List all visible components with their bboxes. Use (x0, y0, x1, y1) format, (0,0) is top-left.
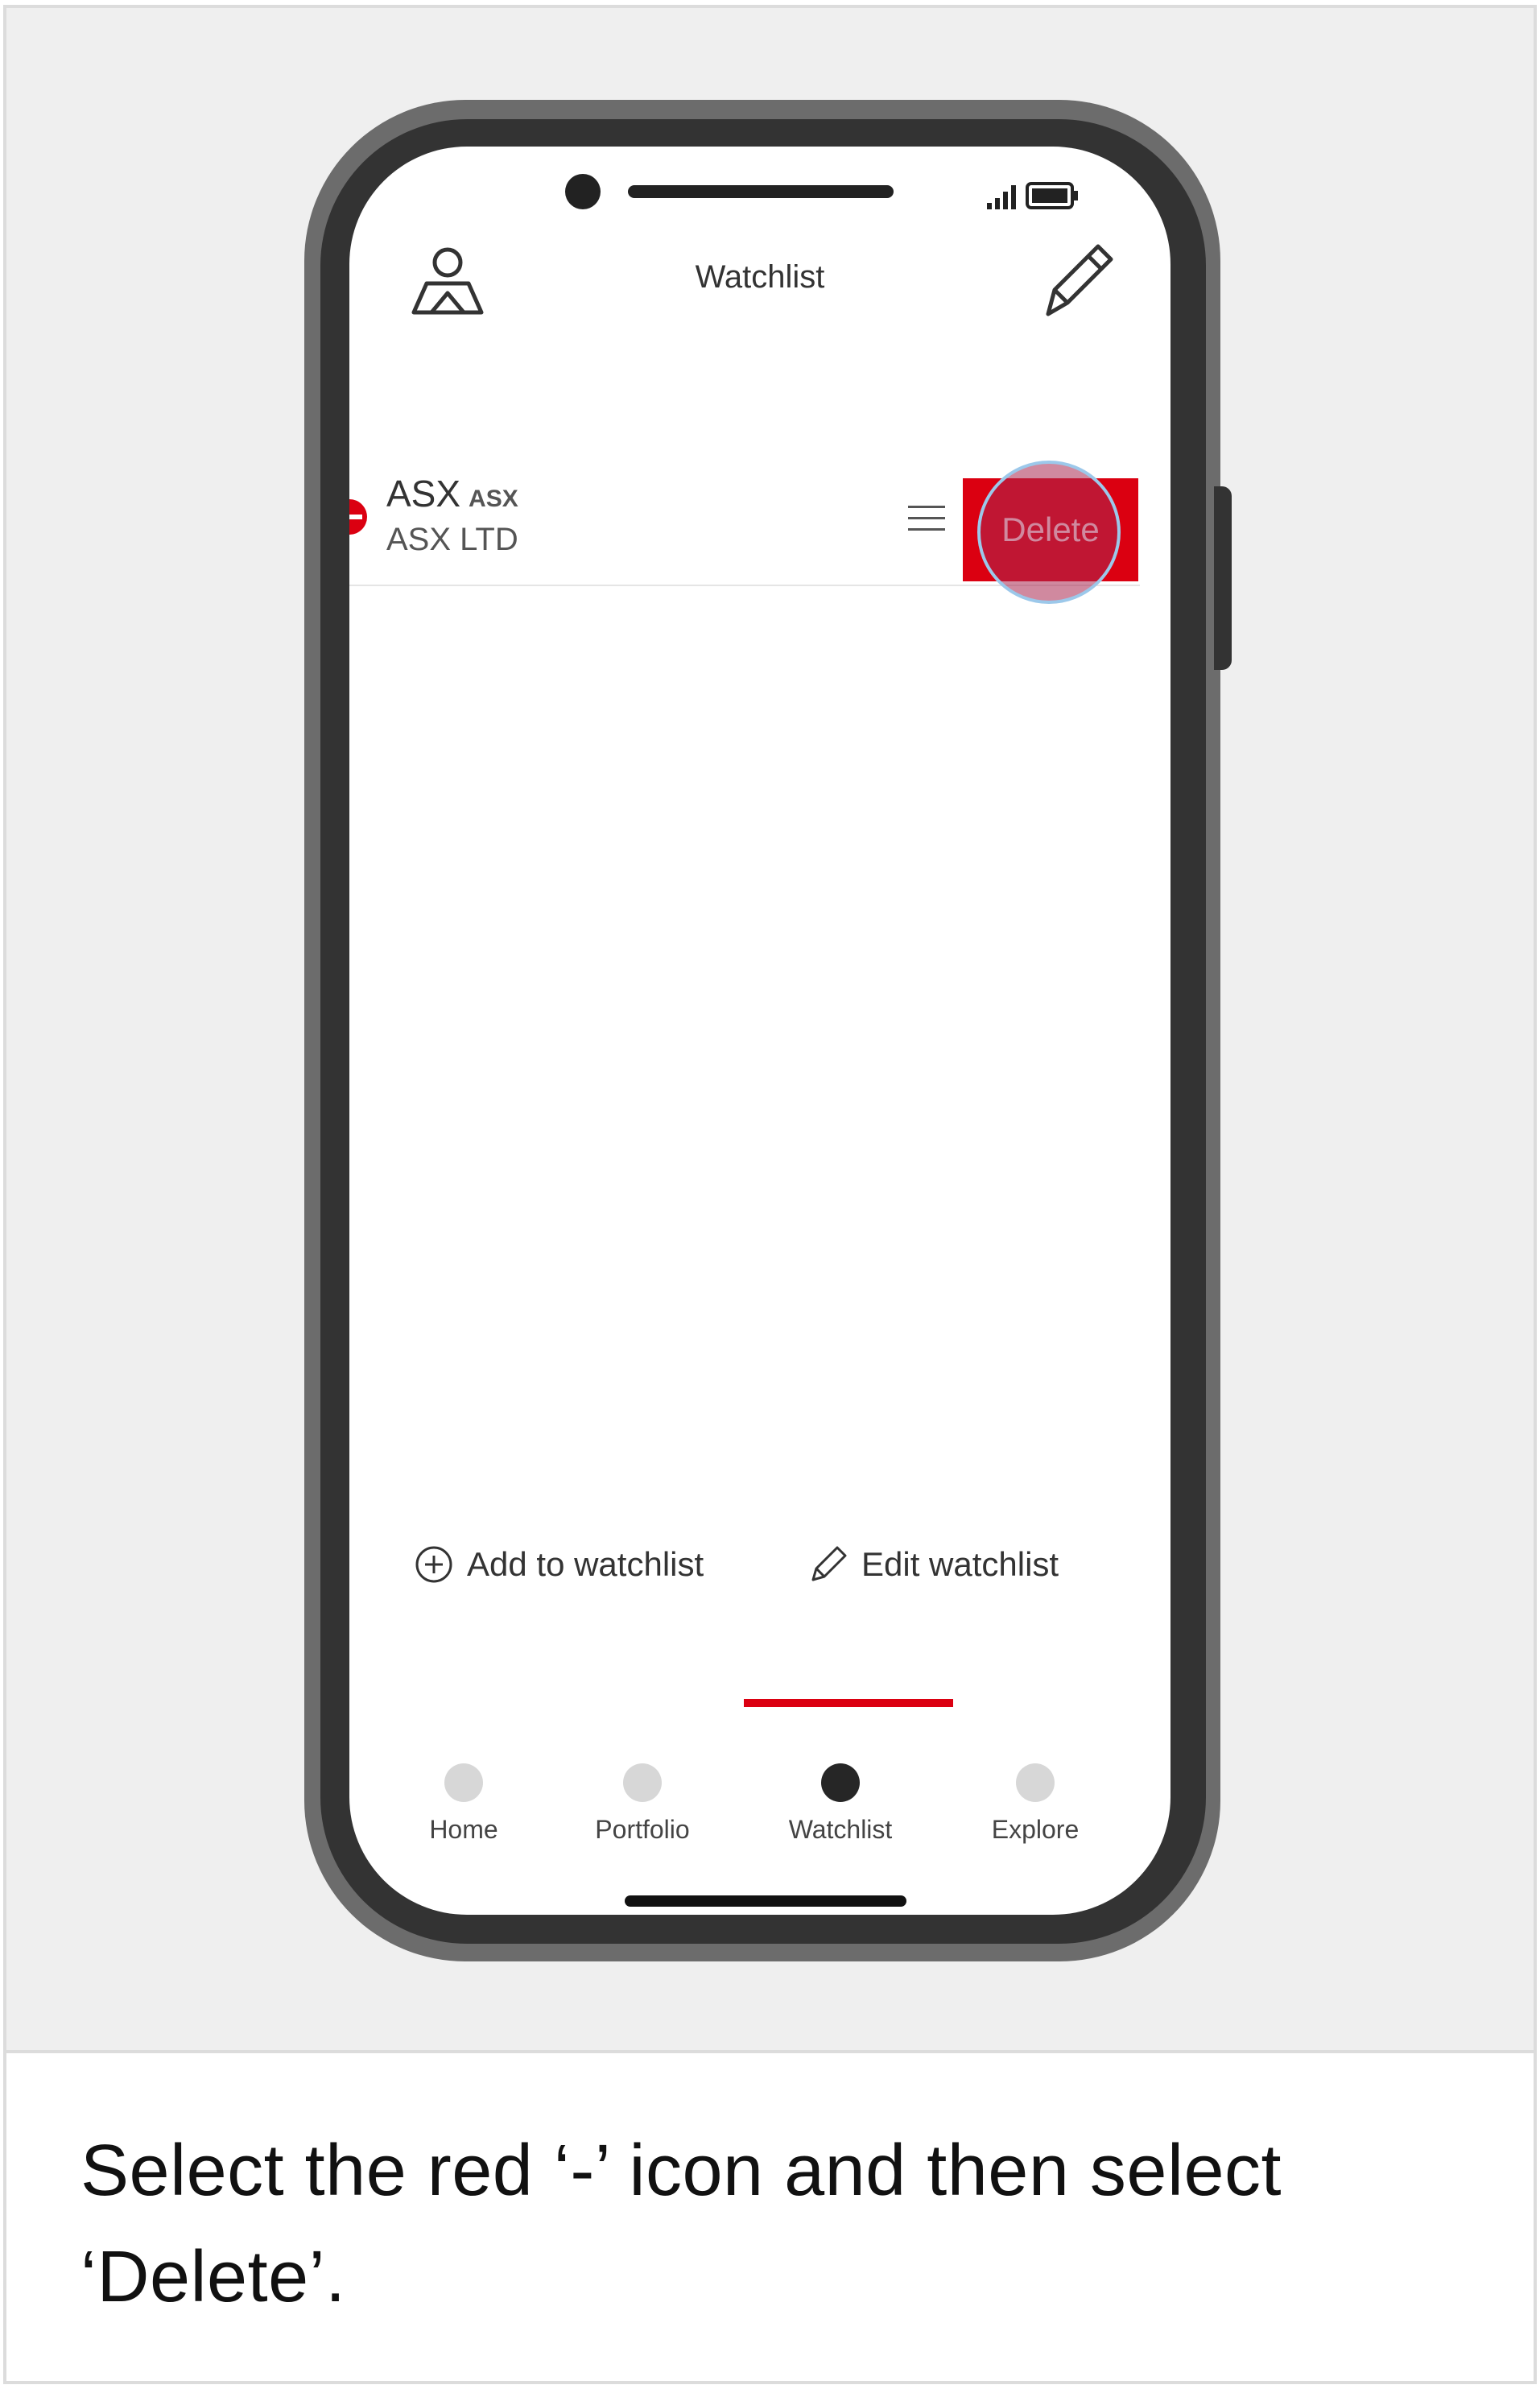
phone-screen: Watchlist ASX ASX ASX LTD Delete Add to w… (349, 147, 1170, 1915)
watchlist-icon (821, 1763, 860, 1802)
card-divider (6, 2050, 1534, 2053)
portfolio-icon (623, 1763, 662, 1802)
tab-home[interactable]: Home (367, 1763, 560, 1845)
phone-side-button (1214, 486, 1232, 670)
delete-button[interactable]: Delete (963, 478, 1138, 581)
battery-icon (1026, 182, 1078, 209)
tab-portfolio[interactable]: Portfolio (546, 1763, 739, 1845)
tab-explore[interactable]: Explore (939, 1763, 1132, 1845)
edit-watchlist-button[interactable]: Edit watchlist (808, 1544, 1059, 1585)
instruction-caption: Select the red ‘-’ icon and then select … (81, 2131, 1282, 2317)
tab-label: Portfolio (595, 1815, 690, 1844)
tab-label: Watchlist (788, 1815, 893, 1844)
tab-label: Explore (991, 1815, 1080, 1844)
ticker-symbol: ASX (386, 473, 461, 515)
active-tab-indicator (744, 1699, 953, 1707)
ticker-line: ASX ASX (386, 472, 518, 515)
front-camera (565, 174, 601, 209)
company-name: ASX LTD (386, 522, 518, 557)
pencil-icon[interactable] (1032, 237, 1121, 325)
tab-label: Home (429, 1815, 498, 1844)
add-to-watchlist-label: Add to watchlist (467, 1545, 704, 1583)
signal-icon (987, 185, 1016, 209)
pencil-icon (811, 1546, 847, 1581)
minus-circle-icon[interactable] (349, 499, 367, 535)
edit-watchlist-label: Edit watchlist (861, 1545, 1059, 1583)
drag-handle-icon[interactable] (906, 502, 947, 535)
home-icon (444, 1763, 483, 1802)
watchlist-row[interactable]: ASX ASX ASX LTD Delete (349, 461, 1140, 586)
add-to-watchlist-button[interactable]: Add to watchlist (414, 1544, 704, 1585)
status-bar-icons (987, 182, 1078, 209)
explore-icon (1016, 1763, 1055, 1802)
plus-circle-icon (415, 1546, 452, 1583)
home-indicator[interactable] (625, 1895, 906, 1907)
tab-watchlist[interactable]: Watchlist (744, 1763, 937, 1845)
earpiece-speaker (628, 185, 894, 198)
ticker-exchange: ASX (469, 486, 518, 512)
